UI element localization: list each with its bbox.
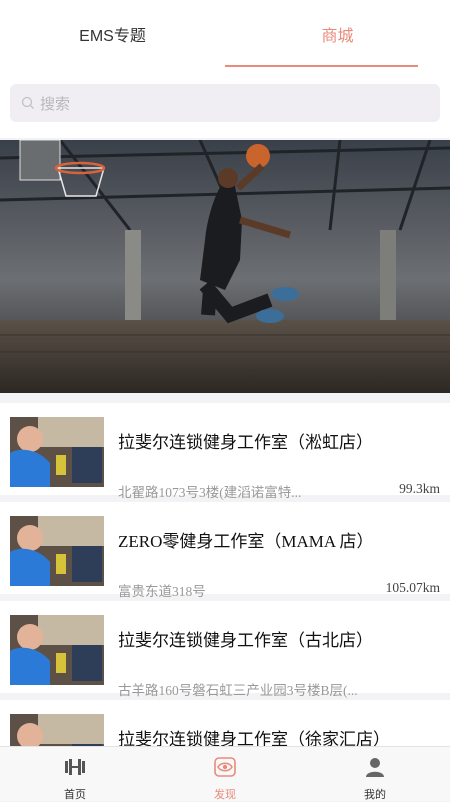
store-name: 拉斐尔连锁健身工作室（古北店）: [118, 631, 373, 650]
active-tab-indicator: [225, 65, 418, 67]
basketball-dunk-image: [0, 140, 450, 393]
eye-icon: [214, 757, 236, 777]
store-name: ZERO零健身工作室（MAMA 店）: [118, 532, 374, 551]
tab-ems[interactable]: EMS专题: [0, 0, 225, 68]
search-input[interactable]: 搜索: [10, 84, 440, 122]
search-placeholder: 搜索: [40, 95, 71, 113]
nav-home[interactable]: 首页: [0, 747, 150, 801]
store-address: 北翟路1073号3楼(建滔诺富特...: [118, 485, 302, 500]
nav-discover[interactable]: 发现: [150, 747, 300, 801]
store-thumbnail: [10, 516, 104, 586]
store-address: 富贵东道318号: [118, 584, 206, 599]
store-item[interactable]: 拉斐尔连锁健身工作室（淞虹店） 北翟路1073号3楼(建滔诺富特... 99.3…: [0, 403, 450, 500]
dumbbell-icon: [65, 759, 85, 775]
tab-mall[interactable]: 商城: [225, 0, 450, 68]
nav-mine[interactable]: 我的: [300, 747, 450, 801]
store-item[interactable]: 拉斐尔连锁健身工作室（古北店） 古羊路160号磐石虹三产业园3号楼B层(...: [0, 601, 450, 698]
user-icon: [366, 758, 384, 777]
store-thumbnail: [10, 615, 104, 685]
store-name: 拉斐尔连锁健身工作室（淞虹店）: [118, 433, 373, 452]
banner-image[interactable]: [0, 140, 450, 393]
store-thumbnail: [10, 417, 104, 487]
store-distance: 99.3km: [399, 481, 440, 496]
store-address: 古羊路160号磐石虹三产业园3号楼B层(...: [118, 683, 358, 698]
store-item[interactable]: ZERO零健身工作室（MAMA 店） 富贵东道318号 105.07km: [0, 502, 450, 599]
bottom-nav: 首页 发现 我的: [0, 746, 450, 801]
store-distance: 105.07km: [385, 580, 440, 595]
search-icon: [21, 96, 34, 109]
header: EMS专题 商城 搜索: [0, 0, 450, 138]
tab-bar: EMS专题 商城: [0, 0, 450, 68]
